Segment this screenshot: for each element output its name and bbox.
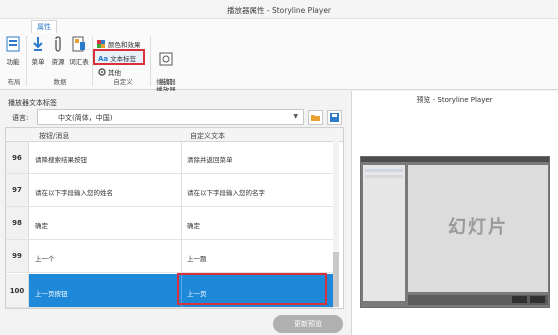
- row-message: 请降搜索结果按钮: [35, 156, 87, 164]
- menu-icon: [28, 36, 48, 54]
- preview-sidebar-item: [365, 175, 403, 178]
- divider: [150, 36, 151, 86]
- language-label: 语言:: [12, 114, 29, 122]
- open-folder-button[interactable]: [308, 110, 323, 125]
- ribbon: 属性 功能 布局 菜单 资源 词汇表 数据 颜色和效果: [0, 19, 558, 90]
- row-message: 上一个: [35, 255, 55, 263]
- table-row[interactable]: 99 上一个 上一题: [6, 240, 333, 273]
- slide-text: 幻灯片: [448, 217, 508, 238]
- row-custom-text[interactable]: 请在以下字段输入您的名字: [187, 187, 265, 197]
- row-number: 99: [6, 240, 29, 272]
- row-number: 98: [6, 207, 29, 239]
- tab-properties[interactable]: 属性: [31, 20, 57, 33]
- row-number: 97: [6, 174, 29, 206]
- divider: [181, 174, 182, 206]
- text-labels-label: 文本标签: [110, 55, 137, 63]
- player-preview: 幻灯片: [360, 156, 550, 308]
- preview-title: 预览 - Storyline Player: [416, 96, 493, 104]
- features-icon: [3, 36, 23, 54]
- group-label-customize: 自定义: [113, 78, 133, 86]
- preview-slide: 幻灯片: [408, 165, 548, 292]
- language-select[interactable]: 中文(简体，中国) ▼: [37, 109, 304, 125]
- table-row[interactable]: 98 确定 确定: [6, 207, 333, 240]
- language-value: 中文(简体，中国): [58, 114, 113, 122]
- row-custom-text[interactable]: 上一题: [187, 253, 207, 263]
- title-bar: 播放器属性 - Storyline Player: [0, 0, 558, 19]
- features-button[interactable]: 功能: [3, 36, 23, 66]
- row-message: 确定: [35, 222, 48, 230]
- paperclip-icon: [48, 36, 68, 54]
- preview-top-bar: [361, 157, 549, 162]
- table-header: 按钮/消息 自定义文本: [6, 128, 343, 142]
- row-custom-text[interactable]: 清除并返回菜单: [187, 154, 233, 164]
- row-custom-text[interactable]: 确定: [187, 220, 200, 230]
- glossary-button[interactable]: 词汇表: [67, 36, 91, 66]
- preview-bottom-bar: [408, 295, 548, 305]
- preview-next-button: [530, 296, 545, 303]
- menu-button[interactable]: 菜单: [28, 36, 48, 66]
- window-title: 播放器属性 - Storyline Player: [226, 6, 332, 15]
- row-message: 请在以下字段输入您的姓名: [35, 189, 113, 197]
- divider: [181, 207, 182, 239]
- gear-icon: [98, 68, 106, 78]
- glossary-label: 词汇表: [69, 58, 89, 66]
- text-aa-icon: Aa: [98, 55, 109, 63]
- divider: [181, 142, 182, 173]
- text-labels-item[interactable]: Aa 文本标签: [98, 53, 136, 63]
- folder-icon: [309, 115, 322, 126]
- save-icon: [328, 113, 341, 126]
- table-row[interactable]: 97 请在以下字段输入您的姓名 请在以下字段输入您的名字: [6, 174, 333, 207]
- features-label: 功能: [6, 58, 20, 66]
- row-number: 96: [6, 142, 29, 173]
- table-scrollbar[interactable]: [333, 141, 339, 307]
- column-header-custom: 自定义文本: [190, 132, 225, 140]
- player-icon: [153, 44, 179, 68]
- save-button[interactable]: [327, 110, 342, 125]
- glossary-icon: [67, 36, 91, 54]
- section-title: 播放器文本标签: [8, 99, 57, 107]
- update-preview-button[interactable]: 更新预览: [273, 315, 343, 333]
- column-header-message: 按钮/消息: [39, 132, 70, 140]
- colors-effects-label: 颜色和效果: [108, 41, 141, 49]
- group-label-layout: 布局: [7, 78, 21, 86]
- resources-button[interactable]: 资源: [48, 36, 68, 66]
- preview-sidebar: [363, 165, 405, 301]
- row-message: 上一页按钮: [35, 290, 68, 298]
- menu-label: 菜单: [31, 58, 45, 66]
- group-label-data: 数据: [53, 78, 67, 86]
- resources-label: 资源: [51, 58, 65, 66]
- preview-prev-button: [512, 296, 527, 303]
- custom-text-highlight: [177, 273, 327, 305]
- scrollbar-thumb[interactable]: [333, 252, 339, 307]
- divider: [181, 240, 182, 272]
- divider: [26, 36, 27, 86]
- group-label-player: 播放器: [156, 78, 176, 86]
- row-number: 100: [6, 274, 29, 307]
- chevron-down-icon: ▼: [293, 113, 298, 120]
- preview-sidebar-item: [365, 169, 403, 172]
- table-row[interactable]: 96 请降搜索结果按钮 清除并返回菜单: [6, 142, 333, 174]
